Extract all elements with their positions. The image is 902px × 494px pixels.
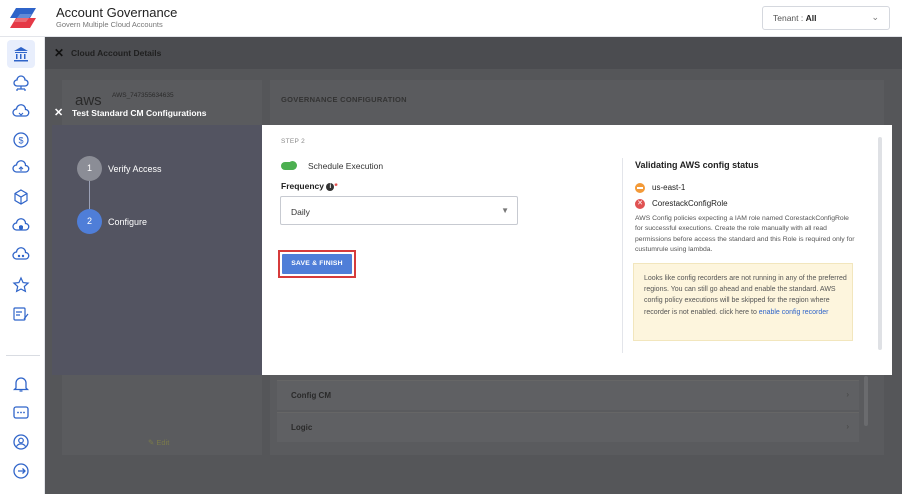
- account-id: AWS_747355634635: [112, 92, 174, 99]
- close-drawer-icon[interactable]: ✕: [54, 46, 64, 60]
- step-verify-access[interactable]: 1 Verify Access: [77, 156, 257, 182]
- step-configure[interactable]: 2 Configure: [77, 209, 257, 235]
- validation-description: AWS Config policies expecting a IAM role…: [635, 215, 855, 254]
- chevron-down-icon: ⌄: [871, 12, 879, 22]
- background-scrollbar[interactable]: [864, 376, 868, 426]
- chat-icon[interactable]: [12, 404, 30, 422]
- form-scrollbar[interactable]: [878, 137, 882, 350]
- rail-divider: [6, 355, 40, 356]
- drawer-title: Cloud Account Details: [71, 48, 162, 58]
- region-label: us-east-1: [652, 183, 686, 192]
- logic-row[interactable]: Logic ›: [277, 412, 859, 442]
- left-nav-rail: $: [0, 37, 45, 494]
- report-edit-icon[interactable]: [12, 305, 30, 323]
- recorder-warning-note: Looks like config recorders are not runn…: [633, 263, 853, 341]
- cloud-upload-icon[interactable]: [12, 159, 30, 177]
- bell-icon[interactable]: [12, 375, 30, 393]
- config-cm-label: Config CM: [291, 391, 331, 400]
- frequency-label: Frequency i *: [281, 181, 338, 191]
- cloud-sync-icon[interactable]: [12, 103, 30, 121]
- step-label: Verify Access: [108, 164, 162, 174]
- frequency-label-text: Frequency: [281, 181, 324, 191]
- validation-title: Validating AWS config status: [635, 160, 759, 170]
- note-text-wrap: Looks like config recorders are not runn…: [644, 273, 849, 318]
- bank-icon[interactable]: [7, 40, 35, 68]
- step-tag: STEP 2: [281, 138, 306, 145]
- validation-item-region: us-east-1: [635, 182, 835, 194]
- cloud-network-icon[interactable]: [12, 75, 30, 93]
- configure-form: STEP 2 Schedule Execution Frequency i * D…: [262, 125, 892, 375]
- schedule-label: Schedule Execution: [308, 161, 384, 171]
- error-icon: ✕: [635, 199, 645, 209]
- top-header: Account Governance Govern Multiple Cloud…: [0, 0, 902, 37]
- stepper-panel: 1 Verify Access 2 Configure: [52, 125, 262, 375]
- drawer-header: ✕ Cloud Account Details: [45, 37, 902, 69]
- enable-config-recorder-link[interactable]: enable config recorder: [759, 309, 829, 316]
- chevron-right-icon: ›: [846, 390, 849, 399]
- column-divider: [622, 158, 623, 353]
- user-icon[interactable]: [12, 433, 30, 451]
- logout-icon[interactable]: [12, 462, 30, 480]
- app-title: Account Governance: [56, 5, 178, 20]
- tenant-label: Tenant :: [773, 13, 806, 23]
- star-icon[interactable]: [12, 276, 30, 294]
- cloud-people-icon[interactable]: [12, 246, 30, 264]
- tenant-value: All: [805, 13, 817, 23]
- warning-icon: [635, 183, 645, 193]
- modal-header: ✕ Test Standard CM Configurations: [45, 101, 902, 125]
- edit-label: Edit: [156, 438, 170, 447]
- chevron-right-icon: ›: [846, 422, 849, 431]
- save-finish-button[interactable]: SAVE & FINISH: [282, 254, 352, 274]
- frequency-select[interactable]: Daily ▼: [280, 196, 518, 225]
- svg-text:$: $: [18, 136, 23, 146]
- schedule-toggle[interactable]: [281, 161, 297, 170]
- required-marker: *: [334, 181, 338, 191]
- tenant-select[interactable]: Tenant : All ⌄: [762, 6, 890, 30]
- close-modal-icon[interactable]: ✕: [54, 106, 63, 119]
- save-button-highlight: SAVE & FINISH: [278, 250, 356, 278]
- logic-label: Logic: [291, 423, 313, 432]
- step-number: 2: [77, 209, 102, 234]
- step-number: 1: [77, 156, 102, 181]
- role-label: CorestackConfigRole: [652, 199, 728, 208]
- app-subtitle: Govern Multiple Cloud Accounts: [56, 20, 163, 29]
- validation-item-role: ✕ CorestackConfigRole: [635, 198, 835, 210]
- dollar-icon[interactable]: $: [12, 131, 30, 149]
- modal-title: Test Standard CM Configurations: [72, 108, 207, 118]
- config-cm-row[interactable]: Config CM ›: [277, 380, 859, 410]
- frequency-value: Daily: [291, 207, 310, 217]
- edit-link[interactable]: ✎ Edit: [148, 438, 169, 447]
- cube-icon[interactable]: [12, 188, 30, 206]
- caret-down-icon: ▼: [501, 206, 509, 215]
- app-logo-icon[interactable]: [10, 8, 36, 28]
- stepper-connector: [89, 181, 90, 209]
- step-label: Configure: [108, 217, 148, 227]
- cloud-shield-icon[interactable]: [12, 217, 30, 235]
